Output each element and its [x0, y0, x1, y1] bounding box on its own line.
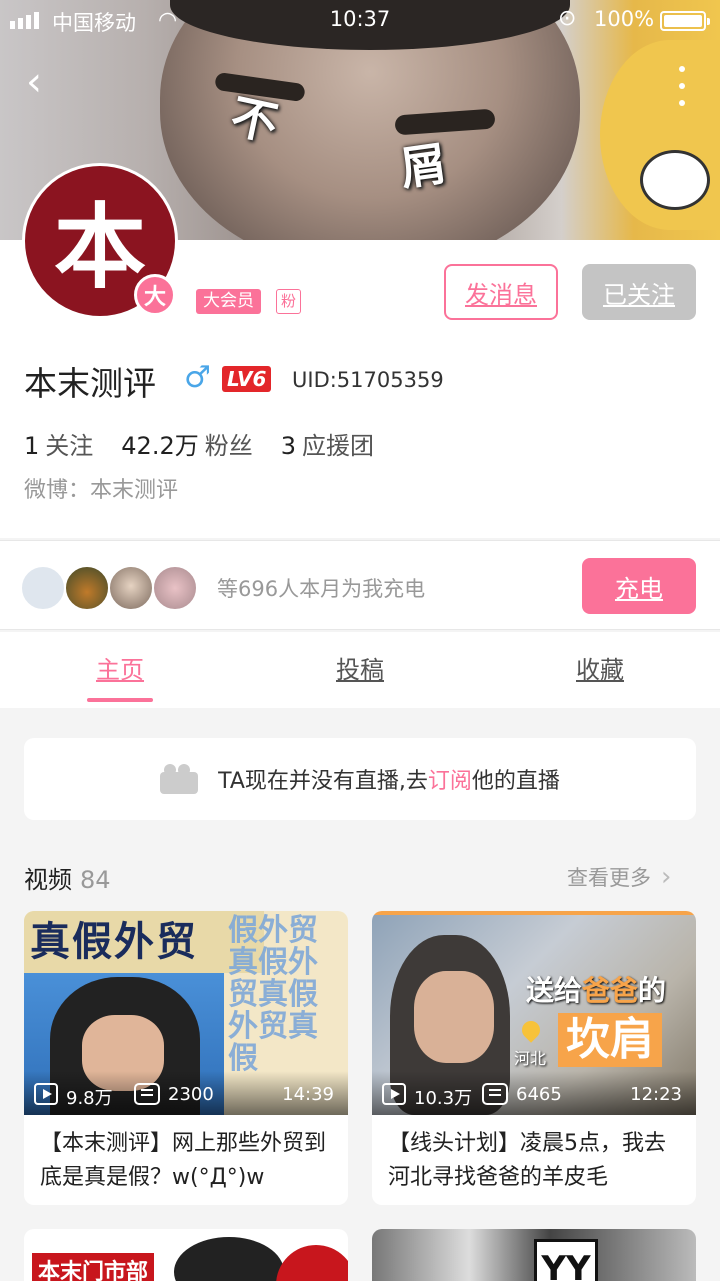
fan-tag: 粉 — [276, 289, 301, 314]
video-duration: 12:23 — [630, 1084, 682, 1105]
back-button[interactable]: ‹ — [26, 62, 42, 102]
fans-stat[interactable]: 42.2万 粉丝 — [121, 426, 252, 461]
chevron-left-icon: ‹ — [26, 59, 42, 105]
thumb-caption-post: 的 — [638, 974, 667, 1007]
support-stat[interactable]: 3 应援团 — [281, 426, 374, 461]
fans-count: 42.2万 — [121, 432, 199, 460]
weibo-info: 微博：本末测评 — [24, 478, 179, 503]
charger-avatar — [108, 565, 154, 611]
send-message-button[interactable]: 发消息 — [444, 264, 558, 320]
big-member-badge: 大 — [134, 274, 176, 316]
videos-title: 视频 — [24, 866, 72, 894]
avatar-text: 本 — [53, 193, 146, 301]
live-status-box: TA现在并没有直播,去 订阅 他的直播 — [24, 738, 696, 820]
profile-tabs: 主页 投稿 收藏 — [0, 632, 720, 708]
banner-cartoon-eye — [640, 150, 710, 210]
video-card[interactable]: 送给爸爸的 坎肩 河北 10.3万 6465 12:23 【线头计划】凌晨5点，… — [372, 911, 696, 1205]
following-stat[interactable]: 1 关注 — [24, 426, 93, 461]
rotation-lock-icon: ⊙ — [558, 6, 577, 31]
fans-label: 粉丝 — [204, 432, 253, 460]
charge-button[interactable]: 充电 — [582, 558, 696, 614]
thumb-caption-highlight: 爸爸 — [582, 974, 639, 1007]
followed-button[interactable]: 已关注 — [582, 264, 696, 320]
video-card-partial[interactable]: YY — [372, 1229, 696, 1281]
vip-tag: 大会员 — [196, 289, 261, 314]
videos-count: 84 — [80, 866, 111, 894]
danmaku-count: 2300 — [168, 1084, 214, 1105]
battery-icon — [660, 11, 710, 31]
chevron-right-icon: › — [661, 862, 672, 892]
tab-favorites[interactable]: 收藏 — [480, 632, 720, 708]
tab-home[interactable]: 主页 — [0, 632, 240, 708]
location-pin-icon — [518, 1017, 544, 1043]
see-more-label: 查看更多 — [567, 866, 651, 890]
charger-avatar — [64, 565, 110, 611]
video-title[interactable]: 【本末测评】网上那些外贸到底是真是假？w(°Д°)w — [24, 1115, 348, 1205]
thumb-caption-pre: 送给 — [526, 974, 583, 1007]
view-count: 10.3万 — [414, 1088, 473, 1109]
danmaku-icon — [134, 1083, 160, 1105]
charger-avatars[interactable] — [20, 565, 198, 611]
uid-label: UID:51705359 — [292, 368, 444, 392]
thumb-location: 河北 — [514, 1049, 547, 1068]
video-card-partial[interactable]: 本末门市部 — [24, 1229, 348, 1281]
video-duration: 14:39 — [282, 1084, 334, 1105]
live-text-suffix: 他的直播 — [471, 769, 560, 794]
video-thumbnail[interactable]: 真假外贸 假外贸真假外贸真假外贸真假 9.8万 2300 14:39 — [24, 911, 348, 1115]
view-count: 9.8万 — [66, 1088, 113, 1109]
status-bar: 中国移动 ◠ 10:37 ⊙ 100% — [0, 0, 720, 40]
video-card[interactable]: 真假外贸 假外贸真假外贸真假外贸真假 9.8万 2300 14:39 【本末测评… — [24, 911, 348, 1205]
more-options-button[interactable] — [674, 66, 690, 106]
banner-caption-2: 屑 — [396, 136, 450, 196]
support-label: 应援团 — [302, 432, 374, 460]
profile-stats: 1 关注 42.2万 粉丝 3 应援团 — [24, 426, 374, 461]
support-count: 3 — [280, 432, 296, 460]
thumb-caption: 送给爸爸的 — [526, 969, 666, 1009]
username: 本末测评 — [24, 364, 156, 403]
see-more-link[interactable]: 查看更多 › — [567, 862, 671, 892]
following-label: 关注 — [45, 432, 94, 460]
danmaku-icon — [482, 1083, 508, 1105]
male-icon: ♂ — [184, 360, 211, 395]
charger-avatar — [152, 565, 198, 611]
video-meta: 9.8万 2300 14:39 — [24, 1071, 348, 1115]
level-badge: LV6 — [222, 366, 272, 392]
charge-row: 等696人本月为我充电 充电 — [0, 540, 720, 630]
subscribe-live-link[interactable]: 订阅 — [428, 763, 472, 795]
battery-percent: 100% — [594, 7, 655, 31]
thumb-person — [174, 1237, 284, 1281]
thumb-label: 本末门市部 — [30, 1251, 157, 1281]
video-title[interactable]: 【线头计划】凌晨5点，我去河北寻找爸爸的羊皮毛 — [372, 1115, 696, 1205]
videos-heading: 视频 84 — [24, 860, 111, 895]
video-meta: 10.3万 6465 12:23 — [372, 1071, 696, 1115]
thumb-caption-big: 坎肩 — [558, 1013, 662, 1067]
play-count-icon — [34, 1083, 58, 1105]
thumb-logo-circle — [276, 1245, 348, 1281]
tab-uploads[interactable]: 投稿 — [240, 632, 480, 708]
play-count-icon — [382, 1083, 406, 1105]
danmaku-count: 6465 — [516, 1084, 562, 1105]
camera-icon — [160, 764, 199, 794]
video-thumbnail[interactable]: 送给爸爸的 坎肩 河北 10.3万 6465 12:23 — [372, 911, 696, 1115]
following-count: 1 — [24, 432, 40, 460]
thumb-label: YY — [534, 1239, 598, 1281]
charge-summary: 等696人本月为我充电 — [217, 577, 426, 601]
live-text-prefix: TA现在并没有直播,去 — [218, 769, 428, 794]
thumb-face — [414, 971, 494, 1063]
charger-avatar — [20, 565, 66, 611]
